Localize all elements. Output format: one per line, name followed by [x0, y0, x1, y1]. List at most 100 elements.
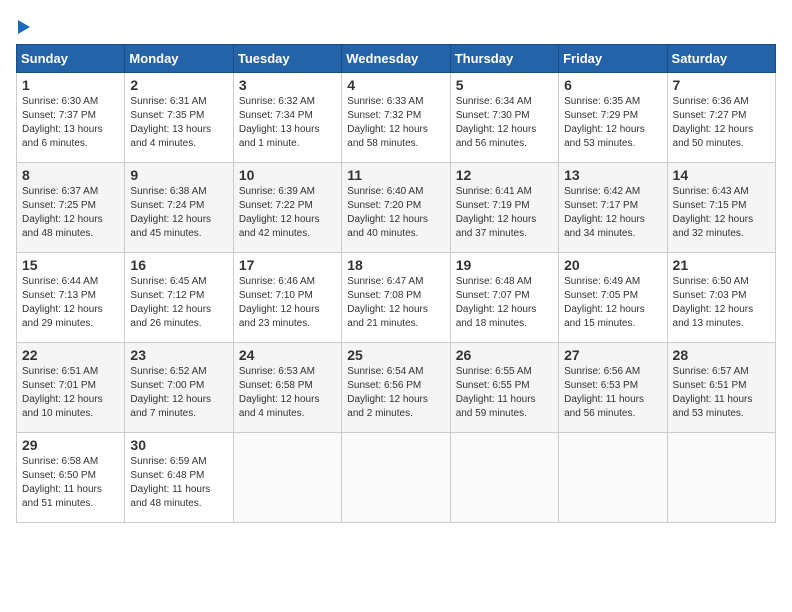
- calendar-week-row: 8 Sunrise: 6:37 AMSunset: 7:25 PMDayligh…: [17, 163, 776, 253]
- day-of-week-header: Tuesday: [233, 45, 341, 73]
- calendar-cell: 22 Sunrise: 6:51 AMSunset: 7:01 PMDaylig…: [17, 343, 125, 433]
- calendar-week-row: 1 Sunrise: 6:30 AMSunset: 7:37 PMDayligh…: [17, 73, 776, 163]
- day-number: 13: [564, 167, 661, 183]
- day-number: 11: [347, 167, 444, 183]
- day-number: 4: [347, 77, 444, 93]
- day-number: 16: [130, 257, 227, 273]
- calendar-cell: 1 Sunrise: 6:30 AMSunset: 7:37 PMDayligh…: [17, 73, 125, 163]
- calendar-cell: 12 Sunrise: 6:41 AMSunset: 7:19 PMDaylig…: [450, 163, 558, 253]
- calendar-week-row: 15 Sunrise: 6:44 AMSunset: 7:13 PMDaylig…: [17, 253, 776, 343]
- day-of-week-header: Saturday: [667, 45, 775, 73]
- calendar-table: SundayMondayTuesdayWednesdayThursdayFrid…: [16, 44, 776, 523]
- calendar-cell: 5 Sunrise: 6:34 AMSunset: 7:30 PMDayligh…: [450, 73, 558, 163]
- calendar-cell: 14 Sunrise: 6:43 AMSunset: 7:15 PMDaylig…: [667, 163, 775, 253]
- calendar-cell: 3 Sunrise: 6:32 AMSunset: 7:34 PMDayligh…: [233, 73, 341, 163]
- day-number: 25: [347, 347, 444, 363]
- calendar-cell: 8 Sunrise: 6:37 AMSunset: 7:25 PMDayligh…: [17, 163, 125, 253]
- day-info: Sunrise: 6:36 AMSunset: 7:27 PMDaylight:…: [673, 96, 754, 149]
- day-info: Sunrise: 6:54 AMSunset: 6:56 PMDaylight:…: [347, 366, 428, 419]
- day-number: 27: [564, 347, 661, 363]
- day-number: 28: [673, 347, 770, 363]
- calendar-week-row: 22 Sunrise: 6:51 AMSunset: 7:01 PMDaylig…: [17, 343, 776, 433]
- calendar-cell: [559, 433, 667, 523]
- day-info: Sunrise: 6:50 AMSunset: 7:03 PMDaylight:…: [673, 276, 754, 329]
- day-info: Sunrise: 6:47 AMSunset: 7:08 PMDaylight:…: [347, 276, 428, 329]
- day-number: 14: [673, 167, 770, 183]
- calendar-cell: 30 Sunrise: 6:59 AMSunset: 6:48 PMDaylig…: [125, 433, 233, 523]
- day-number: 10: [239, 167, 336, 183]
- calendar-header-row: SundayMondayTuesdayWednesdayThursdayFrid…: [17, 45, 776, 73]
- calendar-cell: 20 Sunrise: 6:49 AMSunset: 7:05 PMDaylig…: [559, 253, 667, 343]
- day-info: Sunrise: 6:30 AMSunset: 7:37 PMDaylight:…: [22, 96, 103, 149]
- day-info: Sunrise: 6:32 AMSunset: 7:34 PMDaylight:…: [239, 96, 320, 149]
- calendar-cell: 2 Sunrise: 6:31 AMSunset: 7:35 PMDayligh…: [125, 73, 233, 163]
- calendar-cell: 11 Sunrise: 6:40 AMSunset: 7:20 PMDaylig…: [342, 163, 450, 253]
- day-number: 5: [456, 77, 553, 93]
- calendar-cell: 18 Sunrise: 6:47 AMSunset: 7:08 PMDaylig…: [342, 253, 450, 343]
- calendar-cell: 13 Sunrise: 6:42 AMSunset: 7:17 PMDaylig…: [559, 163, 667, 253]
- calendar-cell: 9 Sunrise: 6:38 AMSunset: 7:24 PMDayligh…: [125, 163, 233, 253]
- day-number: 9: [130, 167, 227, 183]
- calendar-cell: 15 Sunrise: 6:44 AMSunset: 7:13 PMDaylig…: [17, 253, 125, 343]
- day-info: Sunrise: 6:37 AMSunset: 7:25 PMDaylight:…: [22, 186, 103, 239]
- day-of-week-header: Monday: [125, 45, 233, 73]
- day-number: 17: [239, 257, 336, 273]
- day-number: 18: [347, 257, 444, 273]
- day-number: 1: [22, 77, 119, 93]
- day-number: 20: [564, 257, 661, 273]
- day-number: 30: [130, 437, 227, 453]
- page-header: [16, 16, 776, 34]
- day-number: 19: [456, 257, 553, 273]
- day-of-week-header: Wednesday: [342, 45, 450, 73]
- calendar-cell: 24 Sunrise: 6:53 AMSunset: 6:58 PMDaylig…: [233, 343, 341, 433]
- day-number: 6: [564, 77, 661, 93]
- day-number: 29: [22, 437, 119, 453]
- calendar-cell: [233, 433, 341, 523]
- calendar-week-row: 29 Sunrise: 6:58 AMSunset: 6:50 PMDaylig…: [17, 433, 776, 523]
- day-info: Sunrise: 6:56 AMSunset: 6:53 PMDaylight:…: [564, 366, 644, 419]
- calendar-cell: 28 Sunrise: 6:57 AMSunset: 6:51 PMDaylig…: [667, 343, 775, 433]
- day-of-week-header: Thursday: [450, 45, 558, 73]
- calendar-cell: 7 Sunrise: 6:36 AMSunset: 7:27 PMDayligh…: [667, 73, 775, 163]
- calendar-cell: 17 Sunrise: 6:46 AMSunset: 7:10 PMDaylig…: [233, 253, 341, 343]
- calendar-cell: 4 Sunrise: 6:33 AMSunset: 7:32 PMDayligh…: [342, 73, 450, 163]
- day-number: 24: [239, 347, 336, 363]
- calendar-cell: 26 Sunrise: 6:55 AMSunset: 6:55 PMDaylig…: [450, 343, 558, 433]
- day-info: Sunrise: 6:41 AMSunset: 7:19 PMDaylight:…: [456, 186, 537, 239]
- day-info: Sunrise: 6:46 AMSunset: 7:10 PMDaylight:…: [239, 276, 320, 329]
- day-number: 23: [130, 347, 227, 363]
- day-number: 7: [673, 77, 770, 93]
- calendar-cell: 16 Sunrise: 6:45 AMSunset: 7:12 PMDaylig…: [125, 253, 233, 343]
- day-number: 21: [673, 257, 770, 273]
- calendar-cell: 25 Sunrise: 6:54 AMSunset: 6:56 PMDaylig…: [342, 343, 450, 433]
- day-info: Sunrise: 6:40 AMSunset: 7:20 PMDaylight:…: [347, 186, 428, 239]
- logo: [16, 16, 30, 34]
- day-number: 26: [456, 347, 553, 363]
- day-info: Sunrise: 6:35 AMSunset: 7:29 PMDaylight:…: [564, 96, 645, 149]
- day-number: 8: [22, 167, 119, 183]
- day-info: Sunrise: 6:34 AMSunset: 7:30 PMDaylight:…: [456, 96, 537, 149]
- day-info: Sunrise: 6:33 AMSunset: 7:32 PMDaylight:…: [347, 96, 428, 149]
- day-number: 15: [22, 257, 119, 273]
- calendar-cell: 23 Sunrise: 6:52 AMSunset: 7:00 PMDaylig…: [125, 343, 233, 433]
- calendar-cell: [667, 433, 775, 523]
- logo-arrow-icon: [18, 20, 30, 34]
- day-info: Sunrise: 6:51 AMSunset: 7:01 PMDaylight:…: [22, 366, 103, 419]
- day-info: Sunrise: 6:52 AMSunset: 7:00 PMDaylight:…: [130, 366, 211, 419]
- calendar-cell: 6 Sunrise: 6:35 AMSunset: 7:29 PMDayligh…: [559, 73, 667, 163]
- day-number: 22: [22, 347, 119, 363]
- calendar-cell: 19 Sunrise: 6:48 AMSunset: 7:07 PMDaylig…: [450, 253, 558, 343]
- day-info: Sunrise: 6:59 AMSunset: 6:48 PMDaylight:…: [130, 456, 210, 509]
- day-info: Sunrise: 6:45 AMSunset: 7:12 PMDaylight:…: [130, 276, 211, 329]
- calendar-cell: 21 Sunrise: 6:50 AMSunset: 7:03 PMDaylig…: [667, 253, 775, 343]
- day-info: Sunrise: 6:31 AMSunset: 7:35 PMDaylight:…: [130, 96, 211, 149]
- day-info: Sunrise: 6:55 AMSunset: 6:55 PMDaylight:…: [456, 366, 536, 419]
- day-number: 3: [239, 77, 336, 93]
- day-of-week-header: Friday: [559, 45, 667, 73]
- day-number: 12: [456, 167, 553, 183]
- calendar-cell: 10 Sunrise: 6:39 AMSunset: 7:22 PMDaylig…: [233, 163, 341, 253]
- day-info: Sunrise: 6:53 AMSunset: 6:58 PMDaylight:…: [239, 366, 320, 419]
- day-info: Sunrise: 6:39 AMSunset: 7:22 PMDaylight:…: [239, 186, 320, 239]
- day-of-week-header: Sunday: [17, 45, 125, 73]
- calendar-cell: 29 Sunrise: 6:58 AMSunset: 6:50 PMDaylig…: [17, 433, 125, 523]
